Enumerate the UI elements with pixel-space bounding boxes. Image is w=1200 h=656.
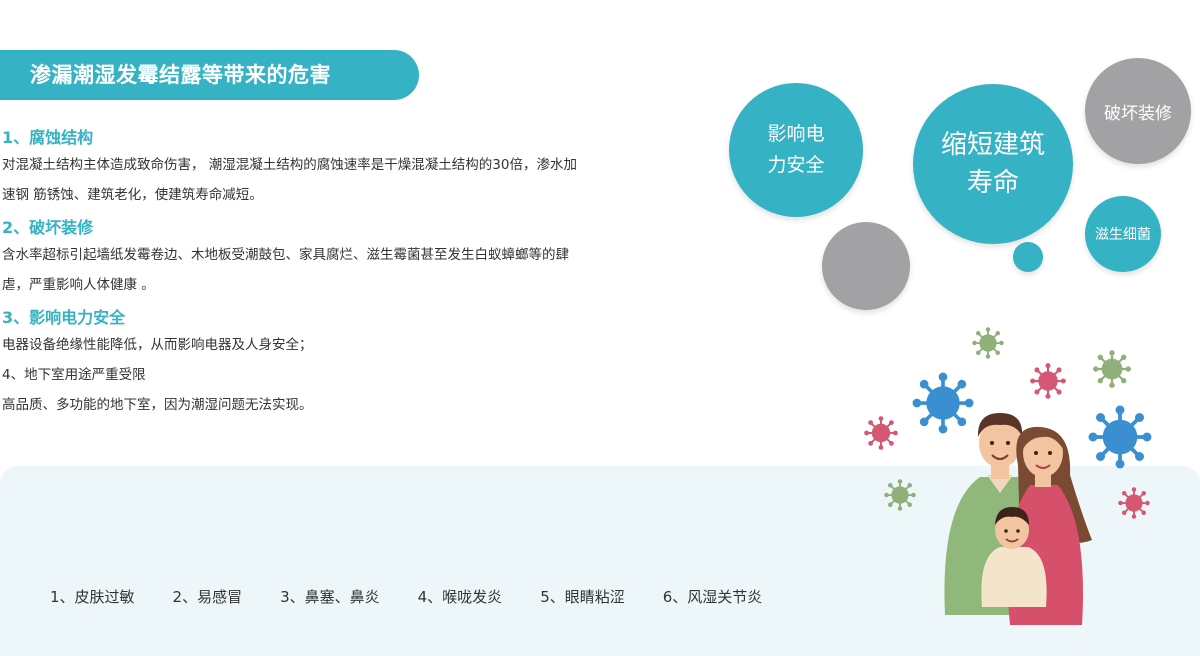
- bubble-text: 影响电: [767, 123, 825, 145]
- virus-icon: [863, 415, 899, 451]
- virus-icon: [1092, 349, 1132, 389]
- bubble-decoration: 破坏装修: [1085, 58, 1191, 164]
- page-title: 渗漏潮湿发霉结露等带来的危害: [0, 50, 419, 100]
- bubble-text: 寿命: [966, 168, 1019, 198]
- section-decoration: 2、破坏装修 含水率超标引起墙纸发霉卷边、木地板受潮鼓包、家具腐烂、滋生霉菌甚至…: [2, 216, 692, 300]
- bubble-small-teal: [1013, 242, 1043, 272]
- virus-icon: [971, 326, 1005, 360]
- symptom-list: 1、皮肤过敏 2、易感冒 3、鼻塞、鼻炎 4、喉咙发炎 5、眼睛粘涩 6、风湿关…: [50, 586, 800, 607]
- bubble-bacteria: 滋生细菌: [1085, 196, 1161, 272]
- section-line: 含水率超标引起墙纸发霉卷边、木地板受潮鼓包、家具腐烂、滋生霉菌甚至发生白蚁蟑螂等…: [2, 247, 569, 263]
- bubble-power-safety: 影响电 力安全: [729, 83, 863, 217]
- bubble-text: 破坏装修: [1104, 103, 1172, 124]
- virus-icon: [1087, 404, 1153, 470]
- symptom-item: 2、易感冒: [172, 588, 243, 606]
- family-illustration: [863, 326, 1153, 625]
- bubble-text: 缩短建筑: [940, 130, 1045, 160]
- symptom-item: 1、皮肤过敏: [50, 588, 135, 606]
- section-heading: 3、影响电力安全: [2, 308, 126, 327]
- symptom-item: 3、鼻塞、鼻炎: [280, 588, 380, 606]
- section-heading: 2、破坏装修: [2, 218, 94, 237]
- section-line: 电器设备绝缘性能降低，从而影响电器及人身安全；: [2, 337, 313, 353]
- bubble-text: 滋生细菌: [1095, 227, 1151, 243]
- bubble-lifespan: 缩短建筑 寿命: [913, 84, 1073, 244]
- section-line: 对混凝土结构主体造成致命伤害， 潮湿混凝土结构的腐蚀速率是干燥混凝土结构的30倍…: [2, 157, 577, 173]
- bubble-text: 力安全: [767, 154, 825, 176]
- section-power: 3、影响电力安全 电器设备绝缘性能降低，从而影响电器及人身安全； 4、地下室用途…: [2, 306, 692, 420]
- bubble-empty-gray: [822, 222, 910, 310]
- virus-icon: [911, 371, 975, 435]
- section-line: 高品质、多功能的地下室，因为潮湿问题无法实现。: [2, 397, 313, 413]
- symptom-item: 6、风湿关节炎: [662, 588, 763, 606]
- symptom-item: 5、眼睛粘涩: [540, 588, 625, 606]
- section-line: 4、地下室用途严重受限: [2, 367, 146, 383]
- section-heading: 1、腐蚀结构: [2, 128, 94, 147]
- virus-icon: [883, 478, 917, 512]
- section-corrosion: 1、腐蚀结构 对混凝土结构主体造成致命伤害， 潮湿混凝土结构的腐蚀速率是干燥混凝…: [2, 126, 692, 210]
- symptom-item: 4、喉咙发炎: [417, 588, 503, 606]
- section-line: 速钢 筋锈蚀、建筑老化，使建筑寿命减短。: [2, 187, 263, 203]
- virus-icon: [1117, 486, 1151, 520]
- section-line: 虐，严重影响人体健康 。: [2, 277, 155, 293]
- virus-icon: [1029, 362, 1067, 400]
